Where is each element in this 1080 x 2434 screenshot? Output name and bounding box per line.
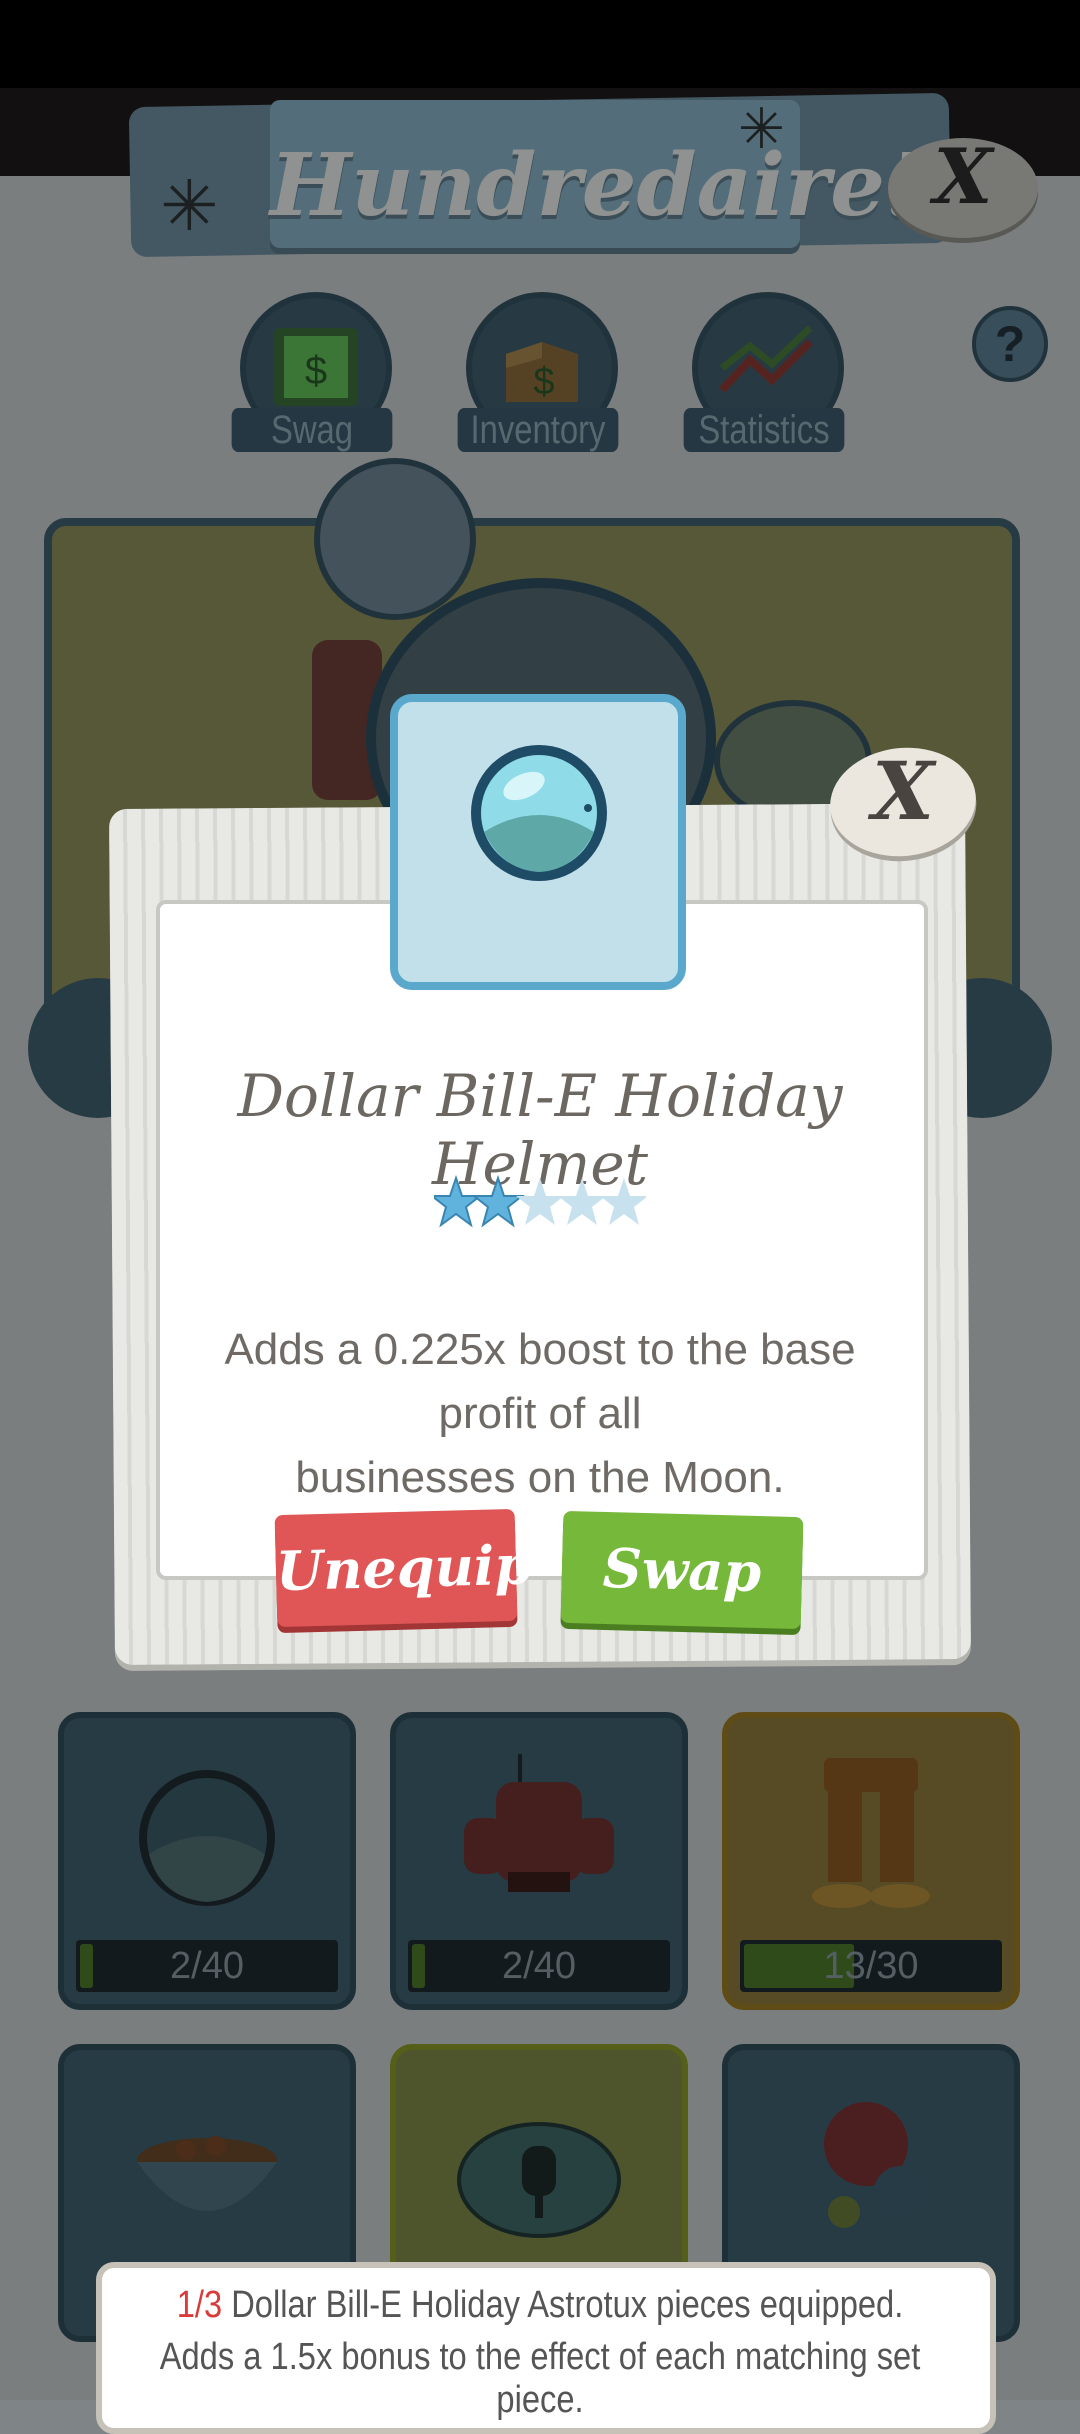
star-icon-empty: [516, 1178, 564, 1225]
helmet-icon: [471, 745, 607, 881]
set-count-text: 1/3 Dollar Bill-E Holiday Astrotux piece…: [158, 2284, 922, 2327]
set-count: 1/3: [176, 2284, 223, 2326]
item-description-line: businesses on the Moon.: [295, 1453, 785, 1502]
set-bonus-text: Adds a 1.5x bonus to the effect of each …: [159, 2336, 921, 2421]
close-icon: X: [871, 744, 935, 838]
star-icon-empty: [558, 1178, 606, 1225]
star-icon-filled: [434, 1174, 483, 1228]
unequip-button[interactable]: Unequip: [274, 1508, 533, 1628]
item-description-line: Adds a 0.225x boost to the base profit o…: [224, 1325, 856, 1438]
swap-button[interactable]: Swap: [560, 1510, 804, 1630]
set-count-label: Dollar Bill-E Holiday Astrotux pieces eq…: [222, 2284, 904, 2326]
star-icon-empty: [600, 1178, 646, 1225]
star-icon-filled: [471, 1174, 525, 1228]
item-image-frame: [390, 694, 686, 990]
item-description: Adds a 0.225x boost to the base profit o…: [176, 1318, 904, 1510]
star-rating: [434, 1174, 646, 1228]
